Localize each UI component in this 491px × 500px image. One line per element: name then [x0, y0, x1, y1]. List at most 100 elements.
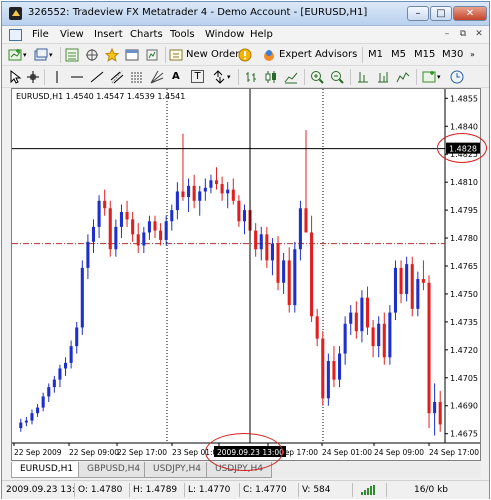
profiles-dropdown-icon[interactable]: ▾ [49, 47, 53, 63]
mdi-close-button[interactable]: ✕ [472, 29, 486, 41]
minimize-button[interactable]: – [407, 6, 429, 21]
candle-body [310, 232, 314, 317]
chart-window-icon[interactable] [9, 29, 22, 41]
menu-bar: File View Insert Charts Tools Window Hel… [2, 26, 489, 44]
menu-insert[interactable]: Insert [94, 29, 123, 40]
tab-usdjpy-h4-2[interactable]: USDJPY,H4 [206, 462, 272, 478]
candle-body [19, 422, 23, 429]
expert-advisors-icon[interactable] [262, 48, 276, 62]
price-tick-label: 1.4690 [450, 402, 478, 411]
candle-body [91, 226, 96, 242]
market-watch-icon[interactable] [65, 48, 79, 62]
time-tick-label: 22 Sep 09:00 [69, 448, 119, 457]
status-bar: 2009.09.23 13: O: 1.4780 H: 1.4789 L: 1.… [2, 480, 489, 499]
horizontal-line-icon[interactable] [70, 70, 84, 84]
period-m30-button[interactable]: M30 [442, 47, 463, 63]
indicators-icon[interactable] [396, 70, 410, 84]
more-periods-icon[interactable]: » [470, 47, 475, 63]
vertical-line-icon[interactable] [50, 70, 64, 84]
price-chart[interactable]: 1.4855 1.4840 1.4825 1.4810 1.4795 1.4780 1.47… [11, 88, 481, 461]
candle-body [108, 208, 112, 250]
new-order-button[interactable]: New Order [186, 47, 239, 63]
period-m1-button[interactable]: M1 [368, 47, 383, 63]
candle-body [304, 208, 308, 233]
text-label-tool-button[interactable]: T [191, 70, 204, 83]
chart-shift-icon[interactable] [376, 70, 390, 84]
strategy-tester-icon[interactable] [145, 48, 159, 62]
warning-icon[interactable] [238, 48, 252, 62]
period-m15-button[interactable]: M15 [414, 47, 435, 63]
candle-body [75, 327, 79, 347]
candle-body [349, 312, 353, 324]
tab-gbpusd-h4[interactable]: GBPUSD,H4 [78, 462, 150, 478]
candlestick-chart-canvas[interactable]: 1.48551.48401.48251.48101.47951.47801.47… [12, 89, 480, 460]
candle-body [147, 221, 151, 233]
gann-fan-icon[interactable] [150, 70, 164, 84]
status-volume: V: 584 [302, 485, 331, 495]
zoom-out-icon[interactable] [330, 70, 344, 84]
mdi-restore-button[interactable]: ⧉ [456, 29, 470, 41]
candle-body [410, 264, 414, 309]
mdi-minimize-button[interactable]: – [440, 29, 454, 41]
candle-body [338, 353, 342, 380]
fibonacci-icon[interactable] [130, 70, 144, 84]
new-chart-icon[interactable] [8, 48, 22, 62]
menu-view[interactable]: View [60, 29, 84, 40]
profiles-icon[interactable] [34, 48, 48, 62]
tab-usdjpy-h4[interactable]: USDJPY,H4 [144, 462, 210, 478]
candle-body [58, 368, 62, 380]
menu-charts[interactable]: Charts [130, 29, 163, 40]
candle-body [97, 200, 101, 227]
menu-file[interactable]: File [32, 29, 49, 40]
period-m5-button[interactable]: M5 [391, 47, 406, 63]
crosshair-icon[interactable] [26, 70, 40, 84]
arrows-dropdown-icon[interactable]: ▾ [227, 69, 231, 85]
cursor-arrow-icon[interactable] [8, 70, 22, 84]
candle-body [231, 189, 235, 201]
new-chart-dropdown-icon[interactable]: ▾ [23, 47, 27, 63]
candle-body [170, 210, 174, 222]
candle-body [371, 327, 375, 347]
trendline-icon[interactable] [90, 70, 104, 84]
title-bar[interactable]: 326552: Tradeview FX Metatrader 4 - Demo… [2, 2, 489, 26]
auto-scroll-icon[interactable] [356, 70, 370, 84]
status-time: 2009.09.23 13: [6, 485, 75, 495]
navigator-icon[interactable] [85, 48, 99, 62]
candle-body [315, 316, 319, 339]
candle-body [393, 267, 398, 313]
text-tool-button[interactable]: A [172, 69, 180, 85]
price-tick-label: 1.4855 [450, 94, 478, 103]
candlestick-chart-icon[interactable] [264, 70, 278, 84]
candle-body [69, 346, 73, 363]
zoom-in-icon[interactable] [310, 70, 324, 84]
candle-body [159, 230, 163, 240]
candle-body [47, 387, 51, 397]
new-order-icon[interactable] [169, 48, 183, 62]
bar-chart-icon[interactable] [244, 70, 258, 84]
candle-body [209, 180, 213, 188]
tab-eurusd-h1[interactable]: EURUSD,H1 [11, 462, 83, 478]
candle-body [354, 312, 358, 332]
menu-tools[interactable]: Tools [170, 29, 195, 40]
candle-body [226, 189, 230, 194]
expert-advisors-button[interactable]: Expert Advisors [279, 47, 357, 63]
candle-body [52, 379, 56, 388]
close-button[interactable]: ✕ [453, 6, 487, 21]
templates-icon[interactable] [422, 70, 436, 84]
candle-body [142, 232, 146, 246]
time-tick-label: 24 Sep 01:00 [322, 448, 372, 457]
periods-clock-icon[interactable] [450, 70, 464, 84]
templates-dropdown-icon[interactable]: ▾ [437, 69, 441, 85]
menu-window[interactable]: Window [205, 29, 244, 40]
terminal-window-icon[interactable] [125, 48, 139, 62]
menu-help[interactable]: Help [250, 29, 273, 40]
candle-body [242, 210, 247, 222]
arrows-tool-icon[interactable] [212, 70, 226, 84]
maximize-button[interactable]: □ [430, 6, 452, 21]
equidistant-channel-icon[interactable] [110, 70, 124, 84]
line-chart-icon[interactable] [284, 70, 298, 84]
crosshair-time-label: 2009.09.23 13:00 [217, 448, 284, 457]
chart-tabs: EURUSD,H1 GBPUSD,H4 USDJPY,H4 USDJPY,H4 [11, 462, 481, 478]
favorites-star-icon[interactable] [105, 48, 119, 62]
candle-body [377, 323, 381, 347]
